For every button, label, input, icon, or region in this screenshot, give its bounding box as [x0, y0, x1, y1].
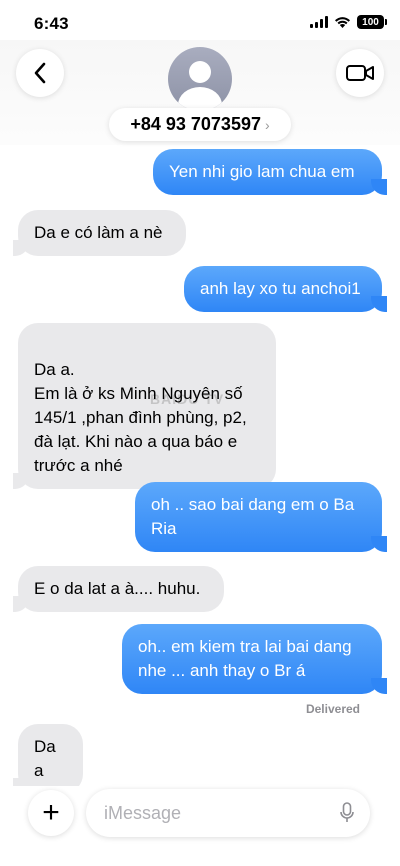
chevron-left-icon: [34, 62, 46, 84]
plus-icon: +: [42, 796, 60, 829]
message-bubble-incoming[interactable]: Da a: [13, 724, 83, 794]
message-bubble-outgoing[interactable]: oh.. em kiem tra lai bai dang nhe ... an…: [122, 624, 387, 694]
conversation-header: +84 93 7073597 ›: [0, 40, 400, 145]
message-bubble-incoming[interactable]: Da e có làm a nè: [13, 210, 186, 256]
contact-name: +84 93 7073597: [130, 114, 261, 134]
message-bubble-incoming[interactable]: Da a. Em là ở ks Minh Nguyên số 145/1 ,p…: [13, 323, 276, 489]
back-button[interactable]: [16, 49, 64, 97]
message-field[interactable]: [86, 789, 370, 837]
composer-bar: +: [0, 786, 400, 866]
message-bubble-outgoing[interactable]: anh lay xo tu anchoi1: [184, 266, 387, 312]
contact-name-button[interactable]: +84 93 7073597 ›: [109, 108, 291, 141]
message-text: anh lay xo tu anchoi1: [200, 279, 361, 298]
message-text: Da e có làm a nè: [34, 223, 163, 242]
video-camera-icon: [346, 65, 374, 81]
message-bubble-outgoing[interactable]: Yen nhi gio lam chua em: [153, 149, 387, 195]
microphone-icon[interactable]: [340, 802, 354, 824]
message-text: Da a: [34, 737, 56, 780]
message-thread: Yen nhi gio lam chua em Da e có làm a nè…: [0, 146, 400, 794]
message-bubble-incoming[interactable]: E o da lat a à.... huhu.: [13, 566, 224, 612]
message-text: Yen nhi gio lam chua em: [169, 162, 355, 181]
message-text: oh.. em kiem tra lai bai dang nhe ... an…: [138, 637, 352, 680]
battery-icon: 100: [357, 15, 387, 29]
message-text: E o da lat a à.... huhu.: [34, 579, 201, 598]
facetime-button[interactable]: [336, 49, 384, 97]
chevron-right-icon: ›: [264, 116, 270, 133]
status-icons: 100: [310, 15, 387, 29]
add-attachment-button[interactable]: +: [28, 790, 74, 836]
message-text: Da a. Em là ở ks Minh Nguyên số 145/1 ,p…: [34, 360, 247, 475]
message-text: oh .. sao bai dang em o Ba Ria: [151, 495, 355, 538]
status-time: 6:43: [34, 14, 69, 33]
message-bubble-outgoing[interactable]: oh .. sao bai dang em o Ba Ria: [135, 482, 387, 552]
wifi-icon: [335, 17, 350, 28]
signal-icon: [310, 16, 328, 28]
contact-avatar[interactable]: [168, 47, 232, 111]
delivered-status: Delivered: [305, 702, 360, 716]
message-input[interactable]: [104, 802, 314, 824]
